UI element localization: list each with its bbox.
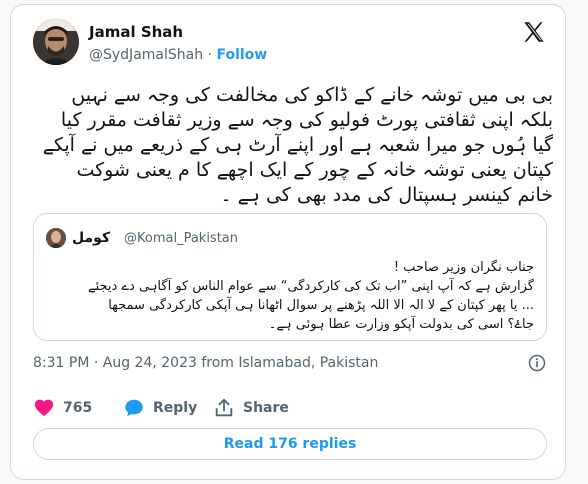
- quote-line: گزارش ہے کہ آپ اپنی ”اب تک کی کارکردگی“ …: [87, 279, 534, 294]
- quote-text: جناب نگران وزیر صاحب ! گزارش ہے کہ آپ اپ…: [46, 258, 534, 334]
- like-button[interactable]: 765: [33, 397, 92, 419]
- tweet-text: بی بی میں توشہ خانے کے ڈاکو کی مخالفت کی…: [33, 83, 553, 208]
- tweet-line: گیا ہُوں جو میرا شعبہ ہے اور اپنے آرٹ ہی…: [42, 134, 553, 156]
- quote-line: ... یا پھر کپتان کے لا الہ الا اللہ پڑھن…: [108, 298, 534, 313]
- tweet-line: بلکہ اپنی ثقافتی پورٹ فولیو کی وجہ سے وز…: [60, 109, 553, 131]
- author-handle-row: @SydJamalShah · Follow: [89, 47, 267, 63]
- reply-bubble-icon: [125, 399, 143, 417]
- share-button[interactable]: Share: [213, 397, 289, 419]
- author-handle[interactable]: @SydJamalShah: [89, 47, 203, 63]
- author-avatar[interactable]: [33, 19, 79, 65]
- like-count: 765: [63, 400, 93, 416]
- read-replies-button[interactable]: Read 176 replies: [33, 428, 547, 460]
- x-logo-icon[interactable]: [521, 19, 547, 45]
- share-upload-icon: [215, 398, 233, 417]
- info-icon[interactable]: [527, 353, 547, 373]
- reply-button[interactable]: Reply: [123, 397, 197, 419]
- quote-line: جاۓ؟ اسی کی بدولت آپکو وزارت عطا ہوئی ہے…: [268, 317, 534, 332]
- quote-author-name: کومل: [72, 230, 111, 246]
- share-label: Share: [243, 400, 289, 416]
- separator-dot: ·: [207, 47, 212, 63]
- tweet-card: Jamal Shah @SydJamalShah · Follow بی بی …: [10, 4, 566, 480]
- tweet-timestamp[interactable]: 8:31 PM · Aug 24, 2023 from Islamabad, P…: [33, 355, 378, 371]
- quote-author-handle: @Komal_Pakistan: [124, 231, 239, 246]
- quoted-tweet[interactable]: کومل @Komal_Pakistan جناب نگران وزیر صاح…: [33, 213, 547, 341]
- tweet-line: کپتان یعنی توشہ خانہ کے چور کے ایک اچھے …: [76, 159, 553, 181]
- heart-icon: [34, 399, 54, 417]
- tweet-line: بی بی میں توشہ خانے کے ڈاکو کی مخالفت کی…: [71, 84, 553, 106]
- author-name[interactable]: Jamal Shah: [89, 23, 183, 41]
- reply-label: Reply: [153, 400, 198, 416]
- tweet-line: خانم کینسر ہسپتال کی مدد بھی کی ہے ۔: [220, 184, 553, 206]
- follow-button[interactable]: Follow: [216, 47, 267, 63]
- quote-line: جناب نگران وزیر صاحب !: [393, 260, 534, 275]
- quote-author-avatar: [46, 228, 66, 248]
